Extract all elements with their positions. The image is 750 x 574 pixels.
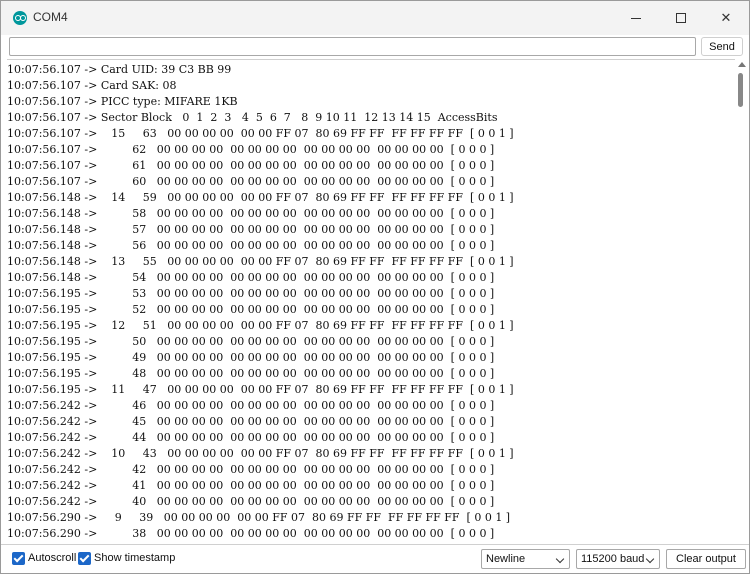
maximize-icon: [676, 13, 686, 23]
output-line: 10:07:56.107 -> 15 63 00 00 00 00 00 00 …: [7, 127, 514, 140]
chevron-down-icon: [645, 554, 655, 564]
status-bar: Autoscroll Show timestamp Newline 115200…: [1, 544, 749, 573]
output-line: 10:07:56.107 -> 60 00 00 00 00 00 00 00 …: [7, 175, 495, 188]
output-line: 10:07:56.107 -> 61 00 00 00 00 00 00 00 …: [7, 159, 495, 172]
minimize-icon: [631, 17, 641, 19]
output-line: 10:07:56.195 -> 11 47 00 00 00 00 00 00 …: [7, 383, 514, 396]
line-ending-select[interactable]: Newline: [481, 549, 570, 569]
autoscroll-checkbox[interactable]: [12, 552, 25, 565]
output-line: 10:07:56.148 -> 13 55 00 00 00 00 00 00 …: [7, 255, 514, 268]
show-timestamp-checkbox[interactable]: [78, 552, 91, 565]
output-line: 10:07:56.290 -> 9 39 00 00 00 00 00 00 F…: [7, 511, 511, 524]
output-line: 10:07:56.107 -> Card SAK: 08: [7, 79, 177, 92]
title-bar: COM4 ✕: [1, 1, 749, 35]
output-line: 10:07:56.242 -> 44 00 00 00 00 00 00 00 …: [7, 431, 495, 444]
output-line: 10:07:56.148 -> 14 59 00 00 00 00 00 00 …: [7, 191, 514, 204]
output-line: 10:07:56.148 -> 57 00 00 00 00 00 00 00 …: [7, 223, 495, 236]
window-title: COM4: [33, 10, 68, 24]
output-line: 10:07:56.148 -> 54 00 00 00 00 00 00 00 …: [7, 271, 495, 284]
send-bar: Send: [1, 35, 749, 57]
output-line: 10:07:56.290 -> 38 00 00 00 00 00 00 00 …: [7, 527, 495, 540]
output-line: 10:07:56.107 -> PICC type: MIFARE 1KB: [7, 95, 238, 108]
chevron-down-icon: [555, 554, 565, 564]
output-line: 10:07:56.107 -> 62 00 00 00 00 00 00 00 …: [7, 143, 495, 156]
output-line: 10:07:56.242 -> 42 00 00 00 00 00 00 00 …: [7, 463, 495, 476]
send-input[interactable]: [9, 37, 696, 56]
autoscroll-label[interactable]: Autoscroll: [28, 552, 76, 564]
show-timestamp-label[interactable]: Show timestamp: [94, 552, 175, 564]
scrollbar[interactable]: [735, 59, 749, 544]
output-line: 10:07:56.242 -> 10 43 00 00 00 00 00 00 …: [7, 447, 514, 460]
baud-rate-value: 115200 baud: [581, 553, 645, 565]
serial-monitor-window: COM4 ✕ Send 10:07:56.107 -> Card UID: 39…: [0, 0, 750, 574]
output-line: 10:07:56.195 -> 12 51 00 00 00 00 00 00 …: [7, 319, 514, 332]
output-line: 10:07:56.242 -> 40 00 00 00 00 00 00 00 …: [7, 495, 495, 508]
close-icon: ✕: [720, 10, 732, 26]
minimize-button[interactable]: [613, 1, 659, 35]
output-line: 10:07:56.148 -> 56 00 00 00 00 00 00 00 …: [7, 239, 495, 252]
output-line: 10:07:56.242 -> 46 00 00 00 00 00 00 00 …: [7, 399, 495, 412]
output-line: 10:07:56.242 -> 41 00 00 00 00 00 00 00 …: [7, 479, 495, 492]
clear-output-button[interactable]: Clear output: [666, 549, 746, 569]
output-line: 10:07:56.195 -> 49 00 00 00 00 00 00 00 …: [7, 351, 495, 364]
output-line: 10:07:56.107 -> Sector Block 0 1 2 3 4 5…: [7, 111, 498, 124]
output-line: 10:07:56.195 -> 53 00 00 00 00 00 00 00 …: [7, 287, 495, 300]
close-button[interactable]: ✕: [703, 1, 749, 35]
maximize-button[interactable]: [658, 1, 704, 35]
output-line: 10:07:56.242 -> 45 00 00 00 00 00 00 00 …: [7, 415, 495, 428]
output-lines: 10:07:56.107 -> Card UID: 39 C3 BB 99 10:…: [7, 62, 732, 542]
output-line: 10:07:56.195 -> 48 00 00 00 00 00 00 00 …: [7, 367, 495, 380]
arduino-icon: [13, 11, 27, 25]
baud-rate-select[interactable]: 115200 baud: [576, 549, 660, 569]
line-ending-value: Newline: [486, 553, 526, 565]
output-line: 10:07:56.148 -> 58 00 00 00 00 00 00 00 …: [7, 207, 495, 220]
send-button[interactable]: Send: [701, 37, 743, 56]
output-line: 10:07:56.195 -> 50 00 00 00 00 00 00 00 …: [7, 335, 495, 348]
scroll-up-arrow-icon[interactable]: [738, 62, 746, 67]
output-line: 10:07:56.195 -> 52 00 00 00 00 00 00 00 …: [7, 303, 495, 316]
output-line: 10:07:56.107 -> Card UID: 39 C3 BB 99: [7, 63, 232, 76]
serial-output[interactable]: 10:07:56.107 -> Card UID: 39 C3 BB 99 10:…: [7, 59, 749, 544]
scroll-thumb[interactable]: [738, 73, 743, 107]
